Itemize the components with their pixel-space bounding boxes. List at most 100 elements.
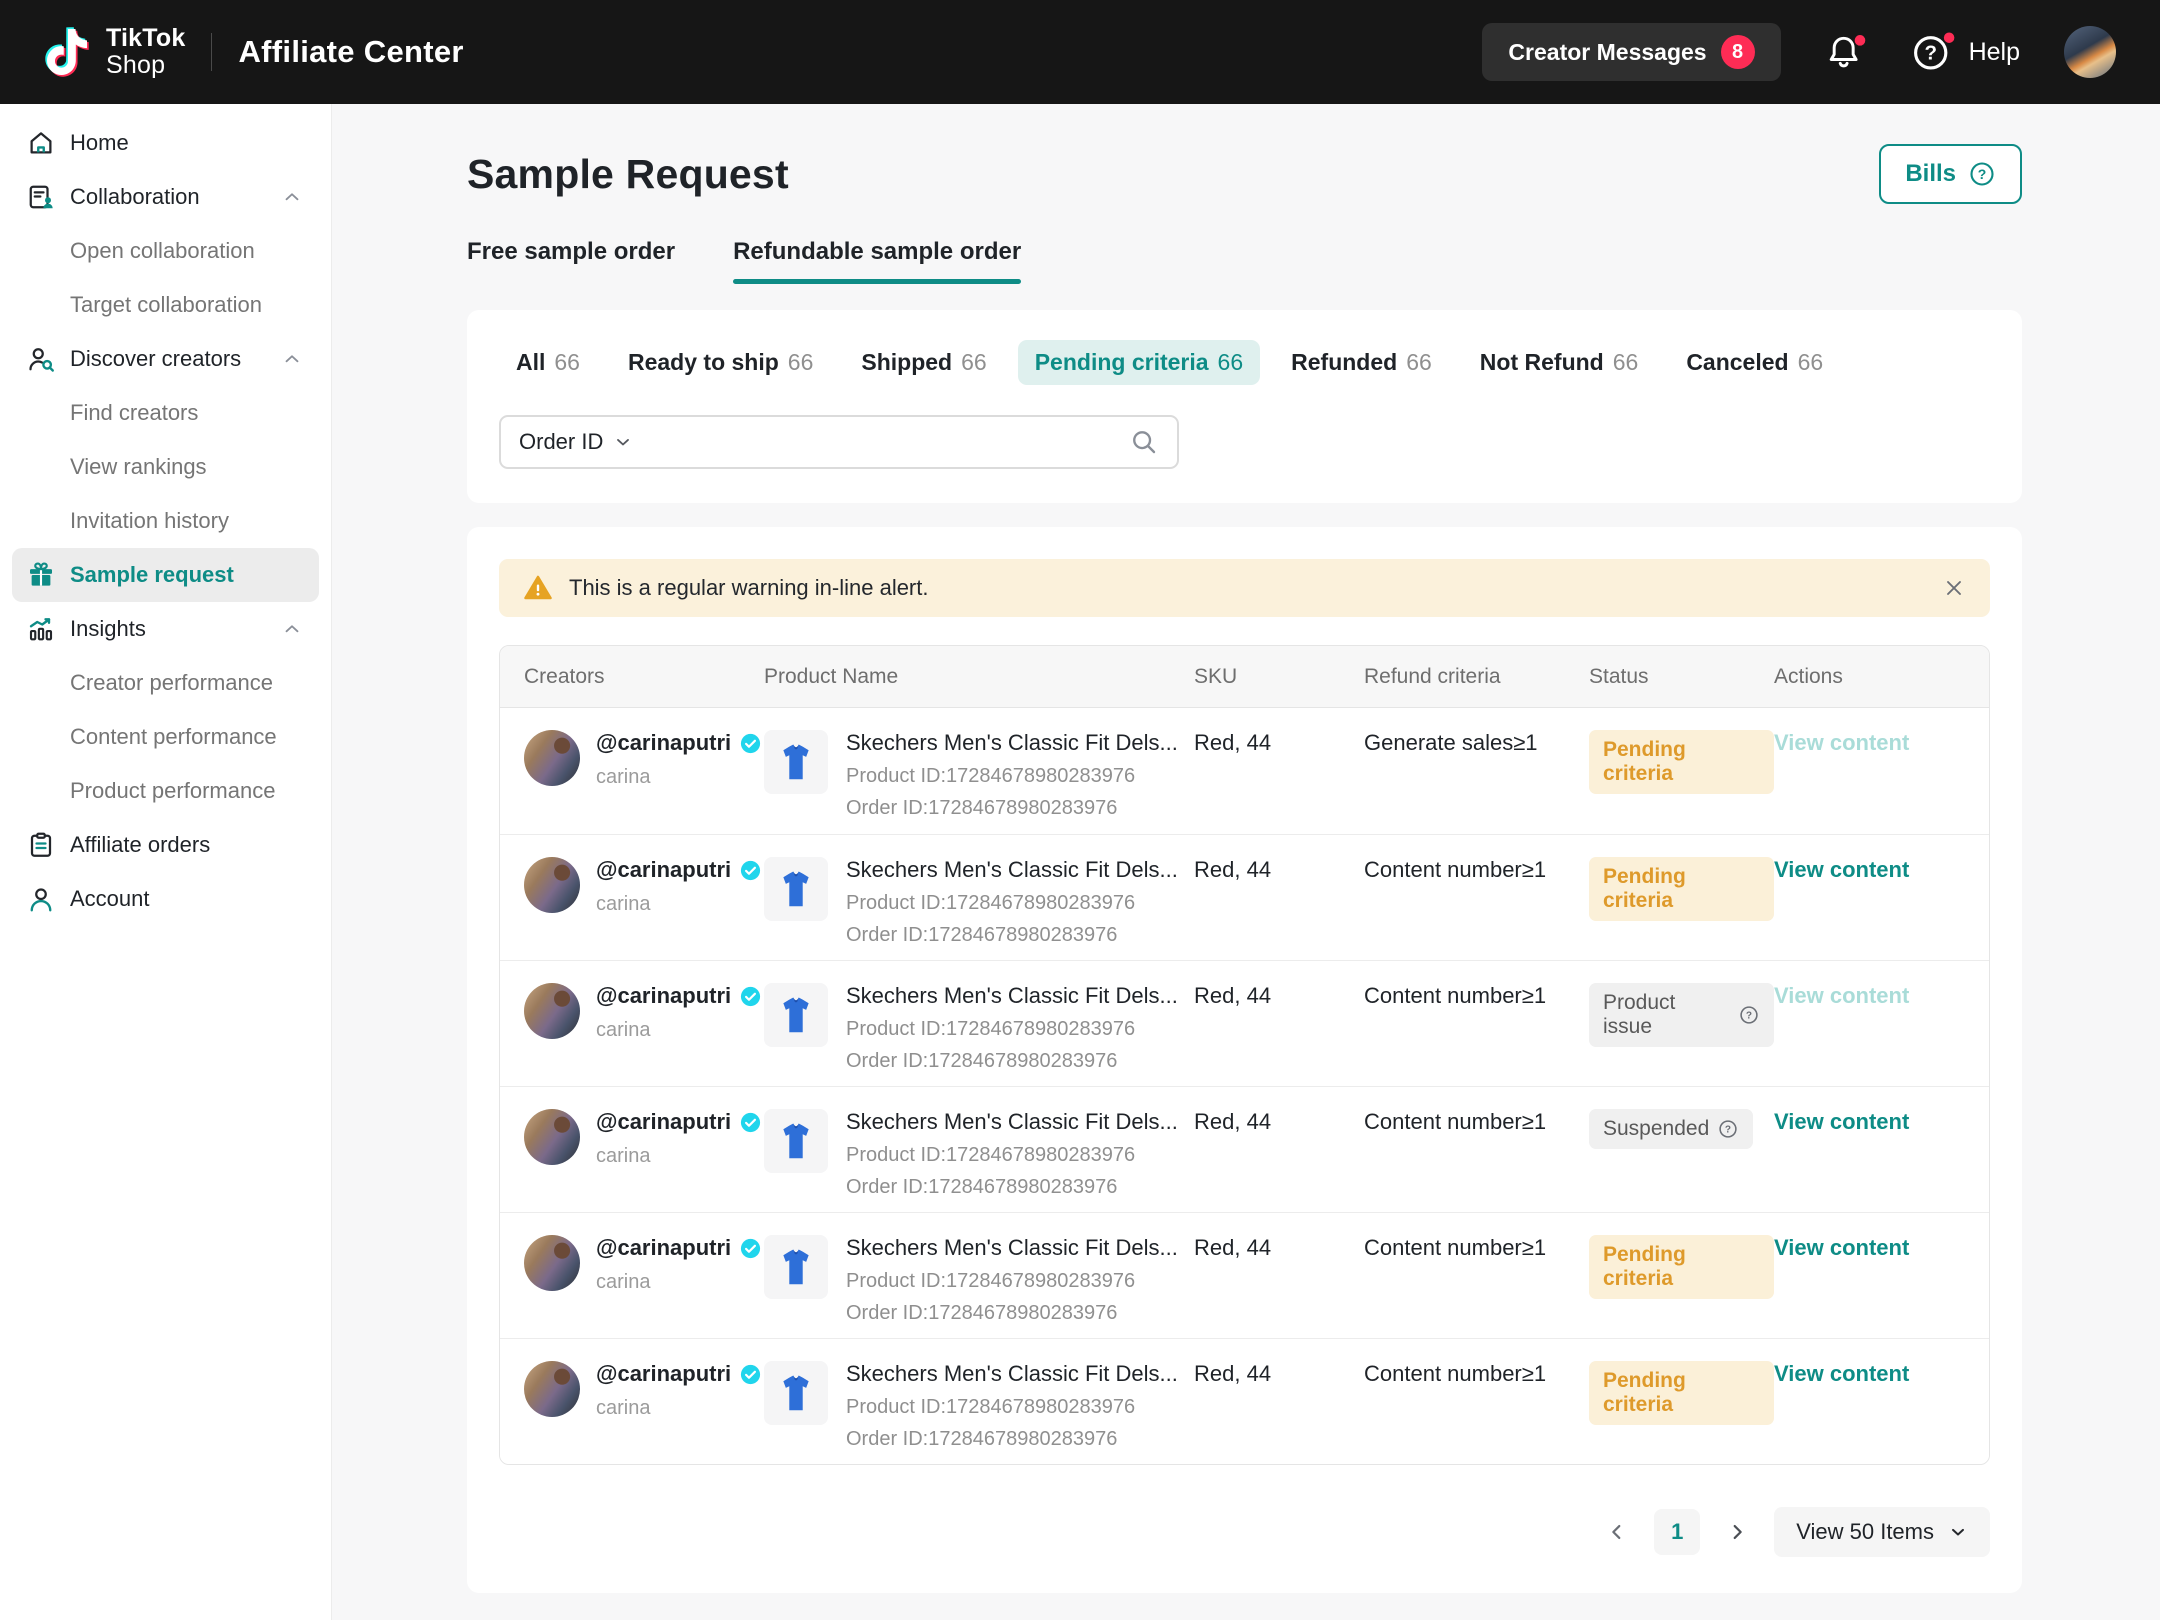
- notifications-button[interactable]: [1825, 32, 1867, 72]
- product-thumbnail[interactable]: [764, 1235, 828, 1299]
- creator-handle[interactable]: @carinaputri: [596, 1109, 731, 1135]
- view-content-link[interactable]: View content: [1774, 857, 1909, 883]
- sidebar-item-target-collaboration[interactable]: Target collaboration: [12, 278, 319, 332]
- sidebar-item-open-collaboration[interactable]: Open collaboration: [12, 224, 319, 278]
- sidebar-item-content-performance[interactable]: Content performance: [12, 710, 319, 764]
- tab-free-sample-order[interactable]: Free sample order: [467, 238, 675, 284]
- creator-handle[interactable]: @carinaputri: [596, 983, 731, 1009]
- status-badge[interactable]: Product issue?: [1589, 983, 1774, 1047]
- view-content-link[interactable]: View content: [1774, 1109, 1909, 1135]
- creator-avatar[interactable]: [524, 983, 580, 1039]
- filter-shipped[interactable]: Shipped66: [844, 340, 1003, 385]
- view-content-link: View content: [1774, 983, 1909, 1009]
- table-row: @carinaputricarinaSkechers Men's Classic…: [500, 834, 1989, 960]
- product-name[interactable]: Skechers Men's Classic Fit Dels...: [846, 857, 1178, 883]
- product-thumbnail[interactable]: [764, 857, 828, 921]
- notification-dot: [1943, 32, 1954, 43]
- user-avatar[interactable]: [2064, 26, 2116, 78]
- product-id: Product ID:17284678980283976: [846, 1270, 1178, 1293]
- view-content-link[interactable]: View content: [1774, 1361, 1909, 1387]
- product-name[interactable]: Skechers Men's Classic Fit Dels...: [846, 730, 1178, 756]
- product-name[interactable]: Skechers Men's Classic Fit Dels...: [846, 1235, 1178, 1261]
- product-id: Product ID:17284678980283976: [846, 1018, 1178, 1041]
- creator-messages-button[interactable]: Creator Messages 8: [1482, 23, 1780, 81]
- collaboration-icon: [26, 182, 56, 212]
- verified-badge-icon: [739, 1363, 762, 1386]
- page-size-select[interactable]: View 50 Items: [1774, 1507, 1990, 1557]
- status-badge-label: Pending criteria: [1603, 1369, 1760, 1417]
- sidebar-item-discover-creators[interactable]: Discover creators: [12, 332, 319, 386]
- top-header: TikTok Shop Affiliate Center Creator Mes…: [0, 0, 2160, 104]
- creator-handle[interactable]: @carinaputri: [596, 730, 731, 756]
- help-button[interactable]: ? Help: [1911, 31, 2020, 73]
- page-size-label: View 50 Items: [1796, 1519, 1934, 1545]
- sidebar-item-label: View rankings: [70, 454, 207, 480]
- refund-criteria-cell: Content number≥1: [1364, 857, 1589, 960]
- creator-avatar[interactable]: [524, 730, 580, 786]
- search-field-selector[interactable]: Order ID: [519, 429, 633, 455]
- product-thumbnail[interactable]: [764, 730, 828, 794]
- creator-avatar[interactable]: [524, 857, 580, 913]
- filter-pending-criteria[interactable]: Pending criteria66: [1018, 340, 1260, 385]
- creator-avatar[interactable]: [524, 1109, 580, 1165]
- current-page-indicator[interactable]: 1: [1654, 1509, 1700, 1555]
- status-badge[interactable]: Suspended?: [1589, 1109, 1753, 1149]
- sidebar-item-find-creators[interactable]: Find creators: [12, 386, 319, 440]
- sidebar-item-account[interactable]: Account: [12, 872, 319, 926]
- filter-label: Pending criteria: [1035, 349, 1209, 376]
- filter-all[interactable]: All66: [499, 340, 597, 385]
- order-id: Order ID:17284678980283976: [846, 924, 1178, 947]
- sidebar-item-sample-request[interactable]: Sample request: [12, 548, 319, 602]
- creator-handle[interactable]: @carinaputri: [596, 857, 731, 883]
- chevron-down-icon: [613, 432, 633, 452]
- sidebar-item-creator-performance[interactable]: Creator performance: [12, 656, 319, 710]
- logo-wordmark: TikTok Shop: [106, 25, 185, 79]
- sidebar-item-view-rankings[interactable]: View rankings: [12, 440, 319, 494]
- tab-refundable-sample-order[interactable]: Refundable sample order: [733, 238, 1021, 284]
- search-bar[interactable]: Order ID: [499, 415, 1179, 469]
- column-header-product-name: Product Name: [764, 665, 1194, 689]
- help-question-icon: ?: [1911, 31, 1957, 73]
- filter-canceled[interactable]: Canceled66: [1669, 340, 1840, 385]
- alert-close-button[interactable]: [1942, 576, 1966, 600]
- prev-page-button[interactable]: [1600, 1515, 1634, 1549]
- search-icon[interactable]: [1129, 427, 1159, 457]
- creator-handle[interactable]: @carinaputri: [596, 1235, 731, 1261]
- next-page-button[interactable]: [1720, 1515, 1754, 1549]
- question-circle-icon[interactable]: ?: [1717, 1118, 1739, 1140]
- product-thumbnail[interactable]: [764, 1109, 828, 1173]
- filter-label: Not Refund: [1480, 349, 1604, 376]
- filter-not-refund[interactable]: Not Refund66: [1463, 340, 1656, 385]
- sidebar-item-invitation-history[interactable]: Invitation history: [12, 494, 319, 548]
- creator-info: @carinaputricarina: [596, 1235, 762, 1294]
- table-row: @carinaputricarinaSkechers Men's Classic…: [500, 708, 1989, 834]
- sidebar-item-product-performance[interactable]: Product performance: [12, 764, 319, 818]
- filter-refunded[interactable]: Refunded66: [1274, 340, 1449, 385]
- product-thumbnail[interactable]: [764, 983, 828, 1047]
- creator-avatar[interactable]: [524, 1361, 580, 1417]
- header-divider: [211, 33, 212, 71]
- creator-handle[interactable]: @carinaputri: [596, 1361, 731, 1387]
- view-content-link[interactable]: View content: [1774, 1235, 1909, 1261]
- product-info: Skechers Men's Classic Fit Dels...Produc…: [846, 857, 1178, 947]
- close-icon: [1942, 576, 1966, 600]
- product-info: Skechers Men's Classic Fit Dels... Produc…: [846, 983, 1178, 1073]
- bills-button[interactable]: Bills ?: [1879, 144, 2022, 204]
- verified-badge-icon: [739, 1237, 762, 1260]
- bell-icon: [1825, 32, 1867, 72]
- product-name[interactable]: Skechers Men's Classic Fit Dels...: [846, 1361, 1178, 1387]
- question-circle-icon[interactable]: ?: [1738, 1004, 1760, 1026]
- tiktok-shop-logo[interactable]: TikTok Shop: [44, 25, 185, 79]
- creator-avatar[interactable]: [524, 1235, 580, 1291]
- sidebar-item-affiliate-orders[interactable]: Affiliate orders: [12, 818, 319, 872]
- sidebar-item-insights[interactable]: Insights: [12, 602, 319, 656]
- product-thumbnail[interactable]: [764, 1361, 828, 1425]
- filter-ready-to-ship[interactable]: Ready to ship66: [611, 340, 830, 385]
- status-badge: Pending criteria: [1589, 730, 1774, 794]
- sidebar-item-home[interactable]: Home: [12, 116, 319, 170]
- product-name[interactable]: Skechers Men's Classic Fit Dels...: [846, 983, 1178, 1009]
- product-name[interactable]: Skechers Men's Classic Fit Dels...: [846, 1109, 1178, 1135]
- creator-cell: @carinaputricarina: [524, 1109, 764, 1168]
- sidebar-item-collaboration[interactable]: Collaboration: [12, 170, 319, 224]
- svg-text:?: ?: [1725, 1125, 1731, 1136]
